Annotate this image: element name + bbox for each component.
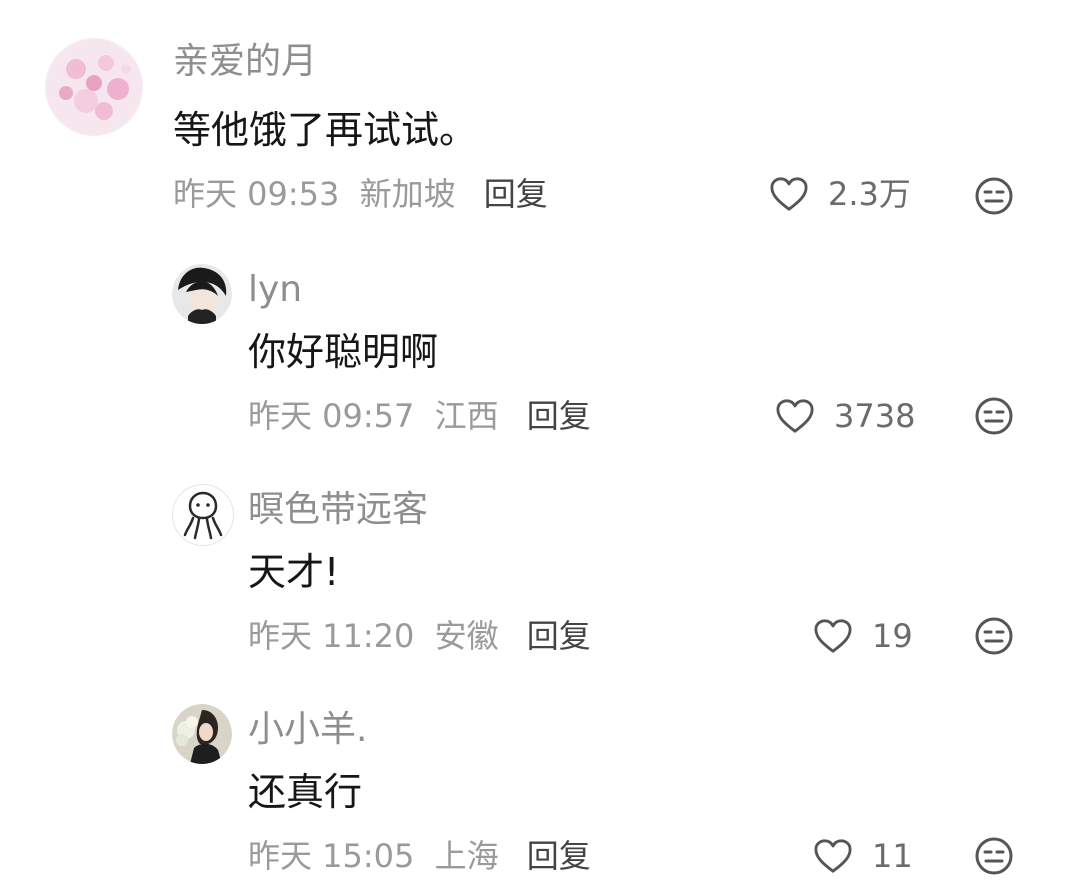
comment-meta: 昨天 09:53 新加坡 回复 bbox=[173, 174, 548, 214]
avatar[interactable] bbox=[45, 38, 143, 136]
username[interactable]: lyn bbox=[248, 268, 302, 312]
location: 安徽 bbox=[434, 617, 499, 655]
comment-meta: 昨天 15:05 上海 回复 bbox=[248, 836, 591, 876]
avatar-image bbox=[172, 264, 232, 324]
comment-item: 亲爱的月 等他饿了再试试。 昨天 09:53 新加坡 回复 2.3万 bbox=[0, 0, 1079, 240]
like-button[interactable]: 2.3万 bbox=[768, 172, 911, 216]
avatar[interactable] bbox=[172, 484, 234, 546]
heart-outline-icon bbox=[814, 839, 852, 873]
reply-button[interactable]: 回复 bbox=[527, 616, 591, 656]
avatar[interactable] bbox=[172, 704, 232, 764]
location: 新加坡 bbox=[359, 175, 456, 213]
heart-outline-icon bbox=[776, 399, 814, 433]
username[interactable]: 亲爱的月 bbox=[173, 40, 317, 84]
like-count: 19 bbox=[872, 617, 913, 655]
avatar-image bbox=[172, 704, 232, 764]
timestamp: 昨天 09:53 bbox=[173, 175, 340, 213]
heart-outline-icon bbox=[770, 177, 808, 211]
like-button[interactable]: 19 bbox=[812, 614, 913, 658]
timestamp: 昨天 11:20 bbox=[248, 617, 415, 655]
like-count: 11 bbox=[872, 837, 913, 875]
timestamp: 昨天 15:05 bbox=[248, 837, 415, 875]
reply-button[interactable]: 回复 bbox=[527, 836, 591, 876]
comment-text: 你好聪明啊 bbox=[248, 330, 439, 374]
dislike-button[interactable] bbox=[974, 836, 1014, 876]
like-button[interactable]: 3738 bbox=[774, 394, 915, 438]
neutral-face-icon bbox=[975, 617, 1013, 655]
reply-comment-item: 小小羊. 还真行 昨天 15:05 上海 回复 11 bbox=[0, 680, 1079, 895]
timestamp: 昨天 09:57 bbox=[248, 397, 415, 435]
location: 江西 bbox=[434, 397, 499, 435]
comment-meta: 昨天 09:57 江西 回复 bbox=[248, 396, 591, 436]
reply-comment-item: 暝色带远客 天才! 昨天 11:20 安徽 回复 19 bbox=[0, 460, 1079, 680]
neutral-face-icon bbox=[975, 177, 1013, 215]
like-button[interactable]: 11 bbox=[812, 834, 913, 878]
neutral-face-icon bbox=[975, 837, 1013, 875]
comment-meta: 昨天 11:20 安徽 回复 bbox=[248, 616, 591, 656]
location: 上海 bbox=[434, 837, 499, 875]
username[interactable]: 暝色带远客 bbox=[248, 488, 428, 532]
like-count: 2.3万 bbox=[828, 175, 911, 213]
comment-text: 还真行 bbox=[248, 770, 363, 814]
reply-button[interactable]: 回复 bbox=[527, 396, 591, 436]
username[interactable]: 小小羊. bbox=[248, 708, 367, 752]
avatar-image bbox=[173, 485, 233, 545]
avatar-image bbox=[46, 39, 142, 135]
like-count: 3738 bbox=[834, 397, 916, 435]
comment-text: 等他饿了再试试。 bbox=[173, 108, 478, 152]
dislike-button[interactable] bbox=[974, 176, 1014, 216]
avatar[interactable] bbox=[172, 264, 232, 324]
reply-comment-item: lyn 你好聪明啊 昨天 09:57 江西 回复 3738 bbox=[0, 240, 1079, 460]
dislike-button[interactable] bbox=[974, 396, 1014, 436]
dislike-button[interactable] bbox=[974, 616, 1014, 656]
comment-text: 天才! bbox=[248, 550, 340, 594]
neutral-face-icon bbox=[975, 397, 1013, 435]
heart-outline-icon bbox=[814, 619, 852, 653]
reply-button[interactable]: 回复 bbox=[484, 174, 548, 214]
